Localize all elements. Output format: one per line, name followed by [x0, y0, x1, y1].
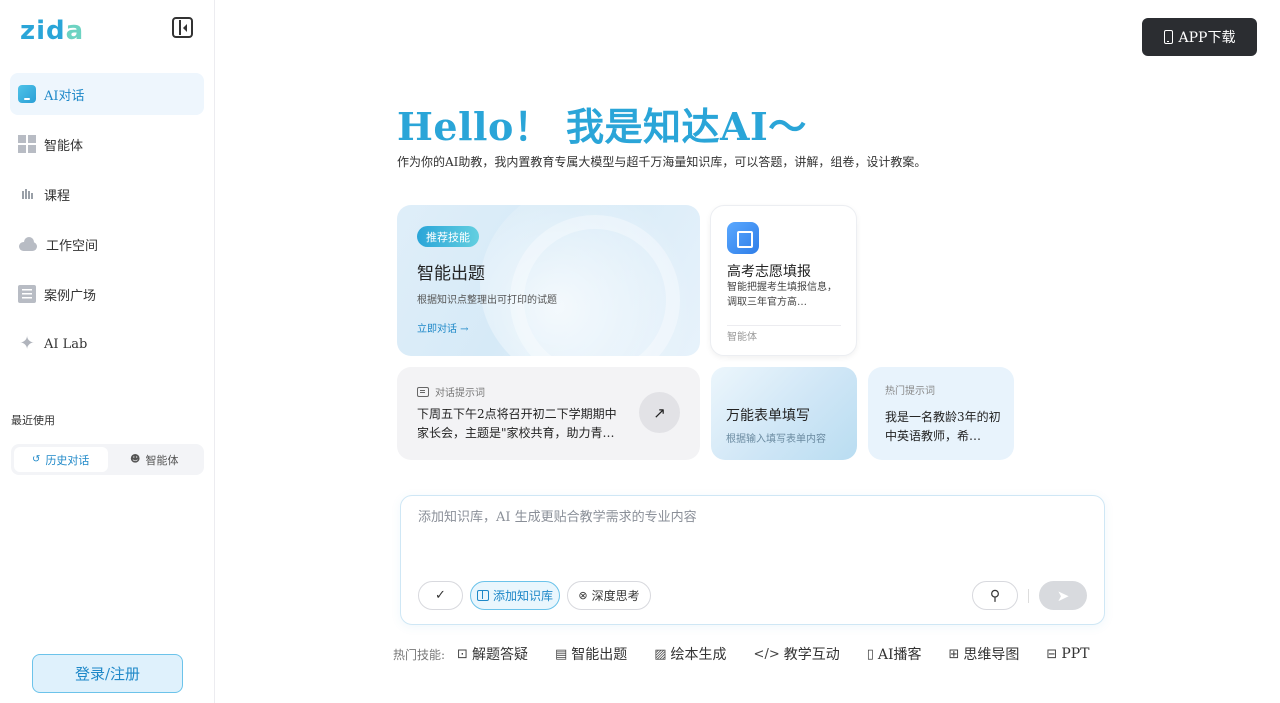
sidebar-item-label: 课程 [44, 188, 71, 204]
sidebar-item-ai-chat[interactable]: AI对话 [10, 73, 204, 115]
card-header-label: 对话提示词 [435, 388, 485, 399]
skill-ai-podcast[interactable]: ▯ AI播客 [867, 644, 922, 664]
sidebar-item-cases[interactable]: 案例广场 [10, 273, 204, 315]
divider [727, 325, 841, 326]
history-icon: ↺ [32, 454, 41, 465]
message-icon [417, 386, 429, 397]
list-icon [18, 285, 36, 303]
code-icon: </> [753, 646, 780, 662]
card-header: 热门提示词 [885, 386, 935, 397]
sparkle-icon: ✦ [19, 333, 35, 354]
recommend-tag: 推荐技能 [417, 226, 479, 247]
recent-title: 最近使用 [11, 414, 55, 427]
microphone-icon: ▯ [866, 646, 874, 662]
skill-ppt[interactable]: ⊟ PPT [1046, 646, 1089, 662]
add-knowledge-base-button[interactable]: 添加知识库 [470, 581, 560, 610]
sidebar-item-label: 工作空间 [46, 238, 99, 254]
solve-icon: ⊡ [457, 646, 468, 662]
tab-agents-label: 智能体 [145, 453, 179, 467]
sidebar-item-label: AI Lab [44, 336, 88, 352]
sidebar-item-workspace[interactable]: 工作空间 [10, 223, 204, 265]
hero-title: Hello！ 我是知达AI～ [397, 104, 807, 149]
skill-label: 绘本生成 [670, 647, 727, 663]
send-button[interactable]: ➤ [1039, 581, 1087, 610]
card-header: 对话提示词 [417, 384, 485, 399]
card-description: 根据输入填写表单内容 [726, 434, 826, 445]
tab-agents[interactable]: ☻ 智能体 [108, 447, 202, 472]
sidebar-item-courses[interactable]: 课程 [10, 173, 204, 215]
skill-teaching-interaction[interactable]: </> 教学互动 [754, 644, 840, 664]
bot-icon: ☻ [130, 454, 141, 465]
hot-skills-bar: 热门技能: ⊡ 解题答疑 ▤ 智能出题 ▨ 绘本生成 </> 教学互动 ▯ AI… [393, 643, 1090, 665]
skill-picture-book[interactable]: ▨ 绘本生成 [654, 644, 726, 664]
sidebar-item-label: 案例广场 [44, 288, 97, 304]
cloud-icon [18, 235, 38, 253]
skill-label: AI播客 [877, 647, 922, 663]
card-body: 我是一名教龄3年的初中英语教师，希… [885, 410, 1001, 443]
hero-subtitle: 作为你的AI助教，我内置教育专属大模型与超千万海量知识库，可以答题，讲解，组卷，… [397, 155, 927, 169]
sidebar-collapse-icon[interactable] [172, 17, 193, 38]
sidebar: zida AI对话 智能体 课程 工作空间 案例广场 ✦ AI Lab 最近使用 [0, 0, 215, 703]
sidebar-item-ai-lab[interactable]: ✦ AI Lab [10, 323, 204, 365]
skill-card-smart-questions[interactable]: 推荐技能 智能出题 根据知识点整理出可打印的试题 立即对话 → [397, 205, 700, 356]
login-button[interactable]: 登录/注册 [32, 654, 183, 693]
course-icon [18, 185, 36, 203]
skill-label: 教学互动 [783, 647, 840, 663]
skill-smart-questions[interactable]: ▤ 智能出题 [555, 644, 627, 664]
skill-label: PPT [1061, 646, 1090, 662]
app-download-button[interactable]: APP下载 [1142, 18, 1257, 56]
prompt-card-hot[interactable]: 热门提示词 我是一名教龄3年的初中英语教师，希… [868, 367, 1014, 460]
prompt-card-dialogue[interactable]: 对话提示词 下周五下午2点将召开初二下学期期中家长会，主题是"家校共育，助力青…… [397, 367, 700, 460]
check-button[interactable]: ✓ [418, 581, 463, 610]
card-title: 万能表单填写 [726, 408, 810, 424]
card-title: 高考志愿填报 [727, 264, 811, 280]
skill-mind-map[interactable]: ⊞ 思维导图 [949, 644, 1020, 664]
agent-card-gaokao[interactable]: 高考志愿填报 智能把握考生填报信息，调取三年官方高… 智能体 [710, 205, 857, 356]
card-description: 根据知识点整理出可打印的试题 [417, 295, 557, 306]
image-icon: ▨ [654, 646, 667, 662]
skill-label: 智能出题 [571, 647, 628, 663]
skill-card-form-fill[interactable]: 万能表单填写 根据输入填写表单内容 [711, 367, 857, 460]
divider [1028, 589, 1029, 603]
atom-icon: ⊗ [578, 589, 588, 602]
card-title: 智能出题 [417, 264, 485, 284]
phone-icon [1163, 30, 1173, 44]
start-chat-link[interactable]: 立即对话 → [417, 320, 469, 335]
book-icon [476, 590, 489, 601]
card-type-label: 智能体 [727, 332, 757, 343]
attach-icon[interactable]: ⚲ [972, 581, 1018, 610]
card-body: 下周五下午2点将召开初二下学期期中家长会，主题是"家校共育，助力青… [417, 407, 617, 440]
sidebar-item-label: 智能体 [44, 138, 84, 154]
tab-history-label: 历史对话 [45, 453, 90, 467]
recent-tabs: ↺ 历史对话 ☻ 智能体 [11, 444, 204, 475]
grid-icon [18, 135, 36, 153]
arrow-up-right-icon[interactable]: ↗ [639, 392, 680, 433]
add-knowledge-base-label: 添加知识库 [492, 589, 553, 603]
mind-map-icon: ⊞ [948, 646, 960, 662]
hot-skills-label: 热门技能: [393, 647, 446, 662]
sidebar-nav: AI对话 智能体 课程 工作空间 案例广场 ✦ AI Lab [10, 73, 204, 373]
app-download-label: APP下载 [1178, 30, 1236, 46]
chat-bubble-icon [18, 85, 36, 103]
deep-think-button[interactable]: ⊗ 深度思考 [567, 581, 651, 610]
tab-history[interactable]: ↺ 历史对话 [14, 447, 108, 472]
deep-think-label: 深度思考 [591, 589, 640, 603]
skill-label: 解题答疑 [471, 647, 528, 663]
card-description: 智能把握考生填报信息，调取三年官方高… [727, 282, 837, 308]
chat-input[interactable] [418, 506, 1078, 546]
skill-label: 思维导图 [963, 647, 1020, 663]
document-icon: ▤ [554, 646, 568, 662]
skill-solve-questions[interactable]: ⊡ 解题答疑 [457, 644, 528, 664]
sidebar-item-agents[interactable]: 智能体 [10, 123, 204, 165]
sidebar-item-label: AI对话 [44, 88, 85, 104]
chat-input-box: ✓ 添加知识库 ⊗ 深度思考 ⚲ ➤ [400, 495, 1105, 625]
clipboard-icon [727, 222, 759, 254]
presentation-icon: ⊟ [1046, 646, 1058, 662]
logo[interactable]: zida [20, 16, 84, 46]
